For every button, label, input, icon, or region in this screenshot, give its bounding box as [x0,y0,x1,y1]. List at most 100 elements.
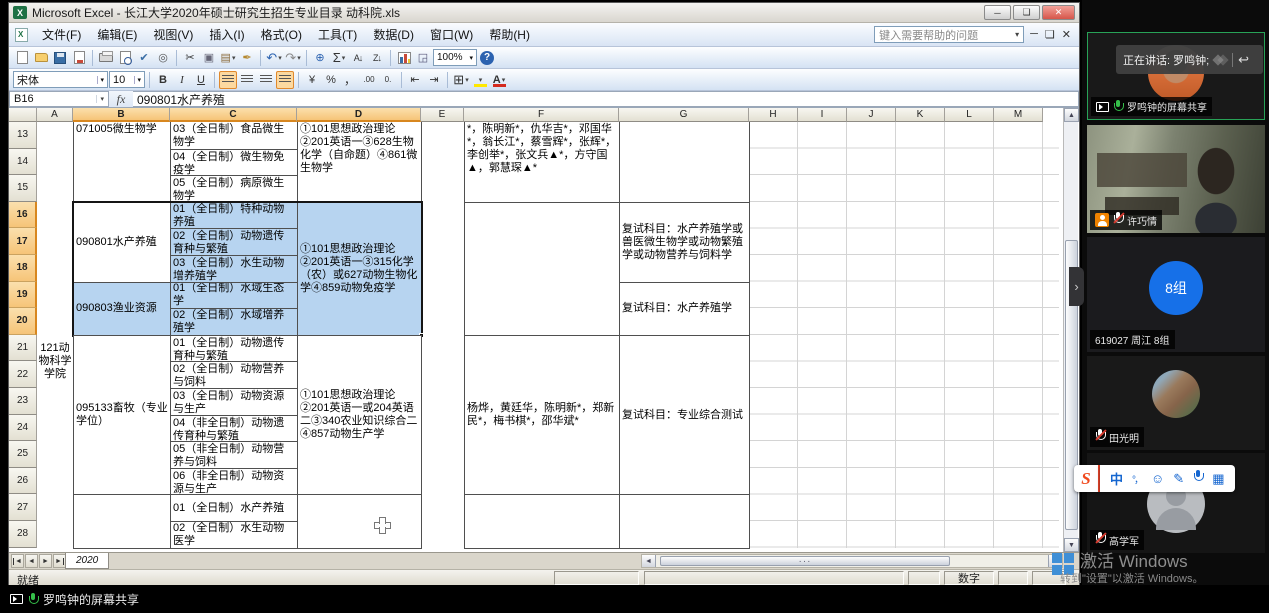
col-header-D[interactable]: D [297,108,421,122]
cell-B27[interactable] [73,494,171,548]
row-header-16[interactable]: 16 [9,202,37,229]
row-header-18[interactable]: 18 [9,255,37,282]
percent-button[interactable] [322,71,340,89]
row-header-24[interactable]: 24 [9,415,37,442]
row-header-19[interactable]: 19 [9,282,37,309]
cell-G19[interactable]: 复试科目：水产养殖学 [619,282,750,336]
horizontal-scroll-thumb[interactable] [660,556,950,566]
col-header-F[interactable]: F [464,108,619,122]
align-right-button[interactable] [257,71,275,89]
format-painter-button[interactable] [238,49,256,67]
scroll-left-icon[interactable] [642,555,656,567]
print-preview-button[interactable] [116,49,134,67]
video-tile[interactable]: 8组 619027 周江 8组 [1087,237,1265,352]
col-header-C[interactable]: C [170,108,297,122]
cell-C17[interactable]: 02（全日制）动物遗传育种与繁殖 [170,228,298,256]
drawing-button[interactable] [414,49,432,67]
merge-center-button[interactable] [276,71,294,89]
col-header-H[interactable]: H [749,108,798,122]
autosum-button[interactable] [330,49,348,67]
cell-C25[interactable]: 05（非全日制）动物营养与饲料 [170,441,298,469]
undo-dropdown-icon[interactable] [278,54,282,62]
video-tile[interactable]: 许巧情 [1087,125,1265,233]
menu-file[interactable]: 文件(F) [34,24,89,45]
italic-button[interactable] [173,71,191,89]
ime-voice-icon[interactable] [1193,470,1203,483]
row-header-22[interactable]: 22 [9,361,37,388]
fill-color-button[interactable] [471,71,489,89]
research-button[interactable] [154,49,172,67]
cell-C28[interactable]: 02（全日制）水生动物医学 [170,521,298,549]
cell-D27[interactable] [297,494,422,548]
cell-C22[interactable]: 02（全日制）动物营养与饲料 [170,361,298,389]
save-button[interactable] [51,49,69,67]
undo-button[interactable] [265,49,283,67]
menu-window[interactable]: 窗口(W) [422,24,481,45]
cell-B19[interactable]: 090803渔业资源 [73,282,171,336]
name-box[interactable]: B16 [9,91,109,107]
hyperlink-button[interactable] [311,49,329,67]
cell-C27[interactable]: 01（全日制）水产养殖 [170,494,298,522]
video-tile[interactable]: 田光明 [1087,356,1265,450]
menu-tools[interactable]: 工具(T) [310,24,365,45]
cell-F16[interactable] [464,202,620,336]
restore-button[interactable] [1013,5,1040,20]
col-header-G[interactable]: G [619,108,749,122]
fill-color-dropdown-icon[interactable] [479,76,483,84]
cell-C24[interactable]: 04（非全日制）动物遗传育种与繁殖 [170,415,298,443]
cell-F21[interactable]: 杨烨，黄廷华，陈明新*，郑新民*，梅书棋*，邵华斌* [464,335,620,496]
menu-edit[interactable]: 编辑(E) [89,24,145,45]
increase-indent-button[interactable] [425,71,443,89]
close-button[interactable] [1042,5,1075,20]
cell-G13[interactable] [619,122,750,203]
ime-keyboard-icon[interactable] [1212,471,1224,487]
align-left-button[interactable] [219,71,237,89]
row-header-21[interactable]: 21 [9,335,37,362]
borders-dropdown-icon[interactable] [465,76,469,84]
currency-button[interactable] [303,71,321,89]
cell-A-college[interactable]: 121动物科学学院 [37,335,73,389]
menu-data[interactable]: 数据(D) [365,24,422,45]
font-size-select[interactable]: 10 [109,71,145,88]
cell-B21[interactable]: 095133畜牧（专业学位） [73,335,171,496]
zoom-select[interactable]: 100% [433,49,477,66]
row-header-14[interactable]: 14 [9,149,37,176]
redo-button[interactable] [284,49,302,67]
cell-G27[interactable] [619,494,750,548]
copy-button[interactable] [200,49,218,67]
menu-help[interactable]: 帮助(H) [481,24,538,45]
workbook-restore-button[interactable] [1045,28,1055,41]
font-dropdown-icon[interactable] [97,76,104,84]
open-button[interactable] [32,49,50,67]
cell-B16-active[interactable]: 090801水产养殖 [73,202,171,283]
help-search-input[interactable]: 键入需要帮助的问题 [874,26,1024,43]
horizontal-scrollbar[interactable] [641,554,1063,568]
next-sheet-button[interactable] [39,554,52,568]
row-header-28[interactable]: 28 [9,521,37,548]
scroll-up-icon[interactable] [1064,108,1079,122]
row-header-15[interactable]: 15 [9,175,37,202]
fx-icon[interactable]: fx [109,91,133,107]
ime-punctuation-icon[interactable] [1132,471,1142,486]
name-box-dropdown-icon[interactable] [96,95,104,103]
cell-D16[interactable]: ①101思想政治理论②201英语一③315化学（农）或627动物生物化学④859… [297,202,422,336]
align-center-button[interactable] [238,71,256,89]
col-header-M[interactable]: M [994,108,1043,122]
cell-C23[interactable]: 03（全日制）动物资源与生产 [170,388,298,416]
col-header-K[interactable]: K [896,108,945,122]
cell-D13[interactable]: ①101思想政治理论②201英语一③628生物化学（自命题）④861微生物学 [297,122,422,203]
underline-button[interactable] [192,71,210,89]
font-size-dropdown-icon[interactable] [134,76,141,84]
row-header-13[interactable]: 13 [9,122,37,149]
menu-view[interactable]: 视图(V) [145,24,201,45]
cell-B13[interactable]: 071005微生物学 [73,122,171,203]
redo-dropdown-icon[interactable] [297,54,301,62]
minimize-button[interactable] [984,5,1011,20]
cell-F13[interactable]: *，陈明新*，仇华吉*，邓国华*，翁长江*，蔡雪辉*，张辉*，李创举*，张文兵▲… [464,122,620,203]
workbook-minimize-button[interactable] [1030,28,1038,41]
font-color-dropdown-icon[interactable] [502,76,506,84]
autosum-dropdown-icon[interactable] [342,54,346,62]
ime-handwriting-icon[interactable] [1173,471,1184,487]
chart-wizard-button[interactable] [395,49,413,67]
decrease-decimal-button[interactable] [379,71,397,89]
